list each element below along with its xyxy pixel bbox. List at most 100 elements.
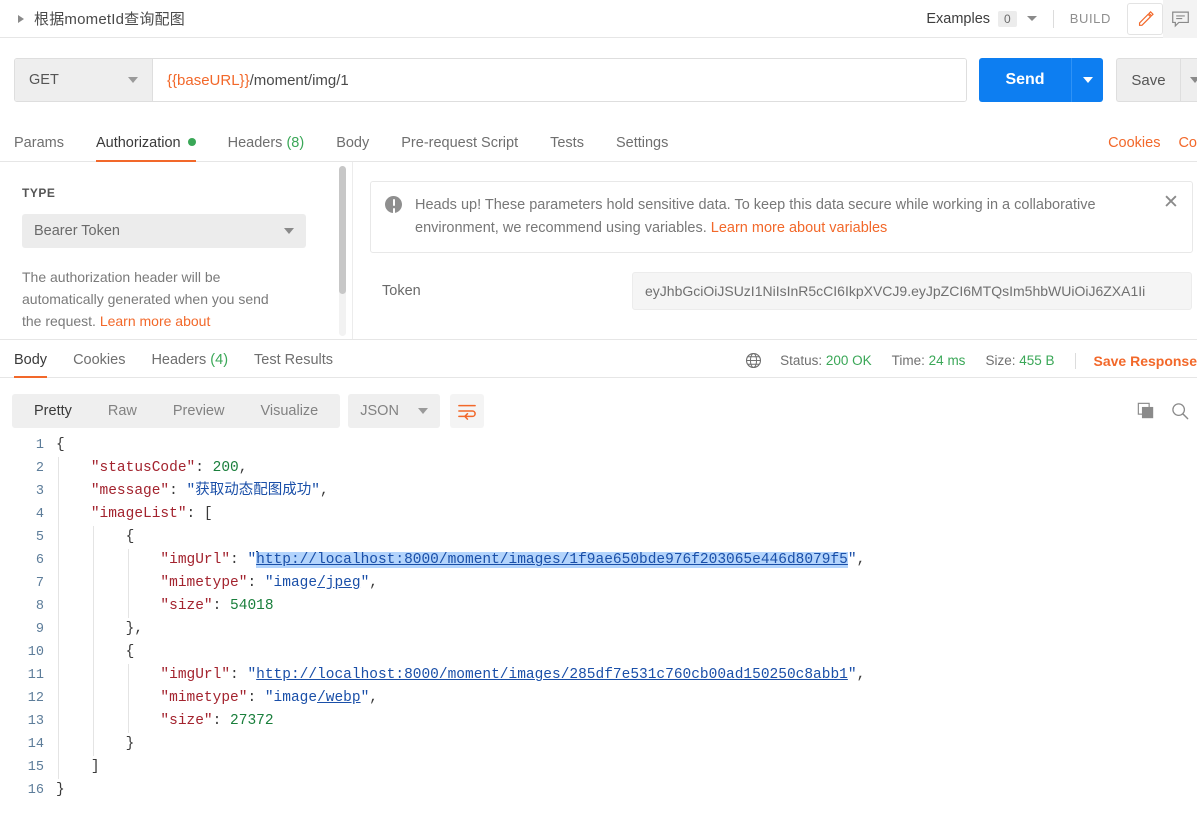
chevron-down-icon[interactable] [1026,16,1037,21]
banner-link[interactable]: Learn more about variables [711,220,888,236]
indent-guide [92,595,94,618]
segment-pretty[interactable]: Pretty [16,394,90,428]
code-token: " [360,690,370,706]
segment-preview[interactable]: Preview [155,394,243,428]
code-token: "image [264,575,318,591]
copy-button[interactable] [1129,394,1163,428]
indent-guide [58,457,59,480]
auth-type-select[interactable]: Bearer Token [22,214,306,248]
code-token: "statusCode" [90,460,196,476]
chevron-down-icon [1190,77,1197,83]
indent-guide [58,480,59,503]
indent-guide [58,710,59,733]
segment-raw[interactable]: Raw [90,394,155,428]
tab-pre-request-script[interactable]: Pre-request Script [401,135,518,161]
code-text: "mimetype": "image/webp", [56,687,1197,710]
code-link[interactable]: http://localhost:8000/moment/images/285d… [256,667,848,683]
indent-guide [92,641,94,664]
code-line: 1{ [0,434,1197,457]
comment-icon [1171,10,1189,27]
response-tab-headers[interactable]: Headers (4) [151,352,228,377]
code-line: 4 "imageList": [ [0,503,1197,526]
code-link[interactable]: /jpeg [317,575,361,591]
size-value: 455 B [1019,353,1055,368]
indent-guide [127,687,129,710]
alert-icon [385,196,402,213]
save-response-button[interactable]: Save Response [1094,353,1197,369]
code-text: { [56,434,1197,457]
auth-type-value: Bearer Token [34,223,120,239]
auth-panel-scrollbar[interactable] [339,166,346,336]
body-format-select[interactable]: JSON [348,394,441,428]
url-input[interactable]: {{baseURL}}/moment/img/1 [153,59,966,101]
examples-control[interactable]: Examples 0 [926,10,1037,27]
indent-guide [92,710,94,733]
code-token: { [125,529,135,545]
tab-settings[interactable]: Settings [616,135,668,161]
build-button[interactable]: BUILD [1070,11,1111,26]
url-path: /moment/img/1 [249,71,349,89]
code-line: 6 "imgUrl": "http://localhost:8000/momen… [0,549,1197,572]
code-token: "image [264,690,318,706]
close-icon[interactable]: ✕ [1162,193,1180,212]
line-number: 4 [35,507,44,522]
indent-guide [92,687,94,710]
tab-label: Settings [615,135,669,151]
code-text: "imgUrl": "http://localhost:8000/moment/… [56,549,1197,572]
expand-caret-icon[interactable] [18,14,24,23]
edit-pencil-button[interactable] [1127,2,1163,35]
token-input[interactable]: eyJhbGciOiJSUzI1NiIsInR5cCI6IkpXVCJ9.eyJ… [632,272,1192,310]
line-number: 16 [27,783,44,798]
chevron-down-icon [128,77,138,83]
tab-authorization[interactable]: Authorization [95,135,196,162]
code-token: "mimetype" [160,575,248,591]
tab-body[interactable]: Body [336,135,369,161]
code-line: 8 "size": 54018 [0,595,1197,618]
response-tab-cookies[interactable]: Cookies [73,352,125,377]
word-wrap-button[interactable] [450,394,485,428]
response-body-code[interactable]: 1{2 "statusCode": 200, 3 "message": "获取动态… [0,434,1197,819]
chevron-down-icon [284,228,294,234]
code-token: "imageList" [90,506,187,522]
time-label: Time: [891,353,925,368]
code-token: : [212,598,231,614]
send-options-button[interactable] [1071,58,1103,102]
auth-help-link[interactable]: Learn more about [100,313,211,329]
segment-visualize[interactable]: Visualize [242,394,336,428]
cookies-link[interactable]: Cookies [1108,135,1160,151]
tab-label: Params [14,135,64,151]
tab-tests[interactable]: Tests [550,135,584,161]
code-token: : [247,690,265,706]
line-number: 7 [35,576,44,591]
comment-button[interactable] [1163,0,1197,38]
indent-guide [92,549,94,572]
code-line: 5 { [0,526,1197,549]
line-number: 13 [27,714,44,729]
line-number: 3 [35,484,44,499]
code-token: , [856,552,866,568]
code-line: 10 { [0,641,1197,664]
tab-label: Cookies [73,352,126,368]
send-button[interactable]: Send [979,58,1071,102]
auth-help-text: The authorization header will be automat… [22,266,292,332]
tab-headers[interactable]: Headers (8) [228,135,305,161]
tab-params[interactable]: Params [14,135,64,161]
code-text: "size": 27372 [56,710,1197,733]
globe-icon[interactable] [745,352,762,369]
scrollbar-thumb[interactable] [339,166,346,294]
search-button[interactable] [1163,394,1197,428]
save-options-button[interactable] [1180,58,1197,102]
code-link[interactable]: Co [1178,135,1197,151]
indent-guide [58,756,59,779]
save-button[interactable]: Save [1116,58,1180,102]
copy-icon [1137,402,1154,419]
http-method-select[interactable]: GET [15,59,153,101]
code-link[interactable]: /webp [317,690,361,706]
response-tab-body[interactable]: Body [14,352,48,378]
tab-label: Authorization [95,135,181,151]
authorization-panel: TYPE Bearer Token The authorization head… [0,162,1197,339]
code-line: 3 "message": "获取动态配图成功", [0,480,1197,503]
response-tab-test-results[interactable]: Test Results [254,352,333,377]
code-link[interactable]: http://localhost:8000/moment/images/1f9a… [256,552,848,568]
token-row: Token eyJhbGciOiJSUzI1NiIsInR5cCI6IkpXVC… [370,272,1192,310]
